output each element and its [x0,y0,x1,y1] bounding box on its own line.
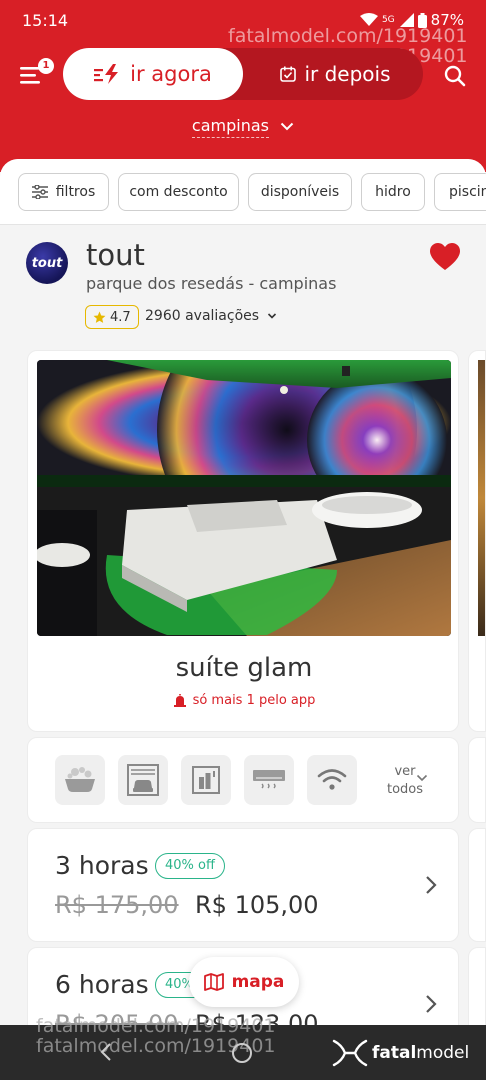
map-button-label: mapa [231,972,285,992]
amenity-minibar [181,755,231,805]
menu-button[interactable]: 1 [18,58,54,88]
amenity-wifi [307,755,357,805]
map-icon [203,973,224,991]
motel-name[interactable]: tout [86,238,145,272]
watermark-line: fatalmodel.com/1919401 [36,1015,276,1037]
filter-chip-label: hidro [375,184,411,200]
price-duration: 6 horas [55,970,149,999]
motel-logo-text: tout [31,255,63,271]
favorite-button[interactable] [430,243,460,271]
time-toggle: ir agora ir depois [63,48,423,100]
go-later-tab[interactable]: ir depois [248,48,423,100]
filter-bar: filtros com desconto disponíveis hidro p… [0,159,486,225]
filter-chip-disponiveis[interactable]: disponíveis [248,173,352,211]
chevron-down-icon [416,774,428,782]
brand-suffix: model [416,1043,470,1063]
motel-logo[interactable]: tout [26,242,68,284]
alarm-light-icon [173,694,186,707]
filter-chip-piscina[interactable]: piscina [434,173,486,211]
network-type: 5G [381,15,395,25]
search-icon [444,65,466,87]
discount-badge: 40% off [155,853,225,879]
wifi-icon [317,769,347,790]
motel-header: tout tout parque dos resedás - campinas … [0,226,486,336]
amenity-air-conditioner [244,755,294,805]
filter-chip-label: disponíveis [260,184,340,200]
room-photo[interactable] [37,360,451,636]
lightning-fast-icon [94,64,119,84]
rating-value: 4.7 [110,309,131,325]
search-button[interactable] [440,61,470,91]
content-sheet: filtros com desconto disponíveis hidro p… [0,159,486,1080]
air-conditioner-icon [253,770,285,789]
fatalmodel-logo-icon [332,1039,368,1067]
back-icon[interactable] [100,1043,112,1061]
bathtub-icon [65,767,95,792]
filter-chip-filtros[interactable]: filtros [18,173,109,211]
filter-chip-com-desconto[interactable]: com desconto [118,173,239,211]
chevron-right-icon [426,995,437,1013]
old-price: R$ 175,00 [55,891,179,919]
amenity-bathtub [55,755,105,805]
reviews-count: 2960 avaliações [145,308,260,324]
fatalmodel-watermark-logo: fatalmodel [332,1039,469,1067]
map-button[interactable]: mapa [189,957,299,1007]
chevron-right-icon [426,876,437,894]
sliders-icon [31,185,48,199]
amenity-garage [118,755,168,805]
see-all-line: todos [386,782,424,797]
next-amenities-card-peek [468,737,486,823]
price-duration: 3 horas [55,851,149,880]
brand-text: fatalmodel [372,1043,469,1063]
status-time: 15:14 [22,11,69,30]
city-label: campinas [191,116,269,138]
new-price: R$ 105,00 [195,891,319,919]
motel-location: parque dos resedás - campinas [86,274,337,293]
next-price-card-peek [468,828,486,942]
go-now-tab[interactable]: ir agora [63,48,243,100]
room-card[interactable]: suíte glam só mais 1 pelo app [27,350,459,732]
system-nav-bar: fatalmodel.com/1919401 fatalmodel.com/19… [0,1016,486,1080]
calendar-check-icon [280,66,297,82]
heart-icon [430,243,460,270]
next-room-photo [478,360,485,636]
chevron-down-icon [280,122,294,130]
filter-chip-label: com desconto [129,184,228,200]
amenities-card: ver todos [27,737,459,823]
home-button[interactable] [232,1043,252,1063]
filter-chip-label: filtros [55,184,96,200]
filter-chip-label: piscina [449,184,486,200]
room-photo-image [37,360,451,636]
filter-chip-hidro[interactable]: hidro [361,173,425,211]
notification-badge: 1 [38,58,54,74]
room-name: suíte glam [175,653,313,683]
brand-prefix: fatal [372,1043,417,1063]
star-icon [93,311,106,323]
minibar-icon [192,766,220,794]
availability-alert-text: só mais 1 pelo app [192,693,316,708]
next-room-card-peek[interactable] [468,350,486,732]
city-selector[interactable]: campinas [0,116,486,138]
reviews-toggle[interactable]: 2960 avaliações [145,308,277,324]
go-now-label: ir agora [130,62,212,86]
watermark-line: fatalmodel.com/1919401 [228,25,468,47]
price-option-3h[interactable]: 3 horas 40% off R$ 175,00 R$ 105,00 [27,828,459,942]
chevron-down-icon [267,313,276,319]
go-later-label: ir depois [304,62,391,86]
garage-icon [127,764,159,796]
availability-alert: só mais 1 pelo app [28,693,460,708]
rating-badge: 4.7 [85,305,139,329]
app-header: 15:14 5G 87% fatalmodel.com/1919401 fata… [0,0,486,172]
